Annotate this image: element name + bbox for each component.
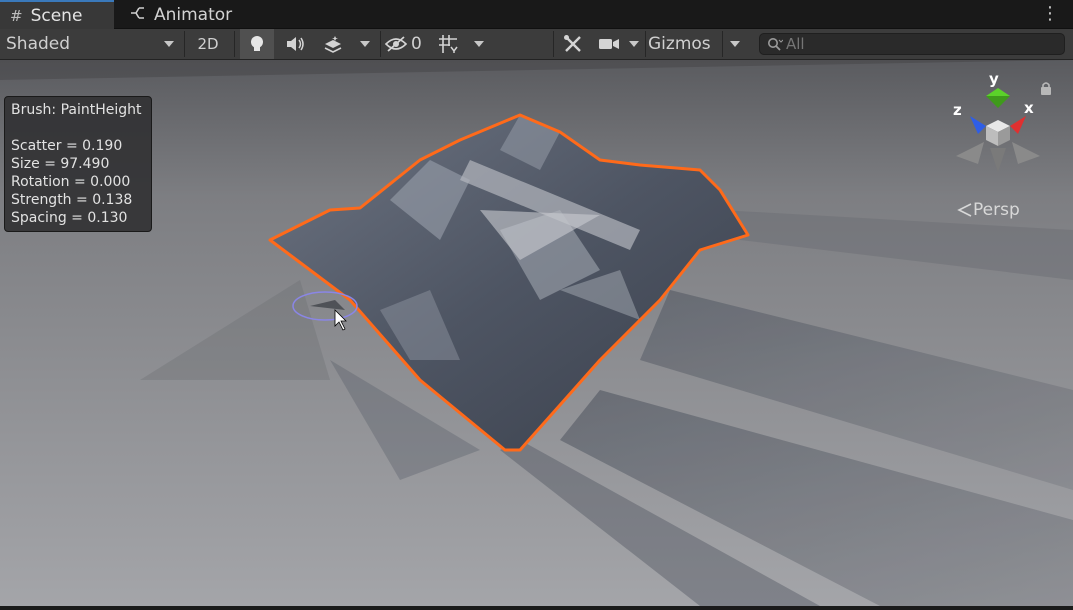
effects-dropdown[interactable]: [354, 29, 376, 59]
scene-search-field[interactable]: [759, 33, 1065, 55]
grid-snap-icon: [439, 35, 458, 53]
projection-label: Persp: [973, 200, 1020, 220]
gizmo-z-label[interactable]: z: [953, 101, 962, 119]
lighting-toggle-button[interactable]: [240, 29, 274, 59]
chevron-down-icon: [474, 41, 484, 47]
brush-spacing: Spacing = 0.130: [11, 210, 128, 226]
brush-rotation: Rotation = 0.000: [11, 174, 131, 190]
search-input[interactable]: [786, 34, 1056, 54]
brush-title: Brush: PaintHeight: [11, 102, 142, 118]
chevron-down-icon: [629, 41, 639, 47]
tab-animator-label: Animator: [154, 4, 233, 25]
window-bottom-border: [0, 606, 1073, 610]
perspective-icon: [957, 203, 972, 217]
speaker-icon: [287, 37, 304, 51]
shading-mode-dropdown[interactable]: Shaded: [0, 29, 182, 59]
tools-icon: [564, 35, 581, 52]
tab-animator[interactable]: Animator: [120, 0, 250, 29]
audio-toggle-button[interactable]: [278, 29, 312, 59]
gizmo-x-label[interactable]: x: [1024, 99, 1034, 117]
brush-info-overlay: Brush: PaintHeight Scatter = 0.190 Size …: [4, 96, 152, 232]
lock-icon[interactable]: [1040, 80, 1052, 99]
tab-scene[interactable]: # Scene: [0, 0, 114, 29]
tab-bar: # Scene Animator ⋮: [0, 0, 1073, 29]
camera-icon: [599, 39, 619, 49]
toolbar-divider: [722, 31, 723, 57]
brush-scatter: Scatter = 0.190: [11, 138, 123, 154]
toolbar-divider: [553, 31, 554, 57]
eye-slash-icon: [384, 36, 408, 52]
gizmos-toggle-button[interactable]: Gizmos: [648, 29, 720, 59]
gizmos-label: Gizmos: [648, 34, 711, 54]
projection-toggle[interactable]: Persp: [957, 200, 1020, 220]
terrain-render[interactable]: [0, 60, 1073, 606]
tab-scene-label: Scene: [30, 5, 83, 26]
grid-snapping-button[interactable]: [432, 29, 464, 59]
brush-strength: Strength = 0.138: [11, 192, 133, 208]
shading-mode-label: Shaded: [6, 34, 71, 54]
tools-button[interactable]: [558, 29, 588, 59]
toolbar-divider: [645, 31, 646, 57]
kebab-menu-icon[interactable]: ⋮: [1041, 4, 1059, 24]
gizmo-y-label[interactable]: y: [989, 70, 999, 88]
2d-toggle-button[interactable]: 2D: [190, 29, 226, 59]
camera-settings-button[interactable]: [594, 29, 624, 59]
layers-effects-icon: [324, 36, 342, 53]
chevron-down-icon: [360, 41, 370, 47]
chevron-down-icon: [730, 41, 740, 47]
scene-viewport[interactable]: [0, 60, 1073, 606]
search-icon: [768, 38, 783, 51]
toolbar-divider: [234, 31, 235, 57]
grid-snapping-dropdown[interactable]: [468, 29, 490, 59]
gizmos-dropdown[interactable]: [724, 29, 746, 59]
chevron-down-icon: [164, 41, 174, 47]
animator-icon: [130, 6, 146, 24]
2d-label: 2D: [197, 35, 219, 53]
lightbulb-icon: [251, 36, 263, 51]
effects-toggle-button[interactable]: [316, 29, 350, 59]
scene-visibility-toggle[interactable]: 0: [384, 29, 428, 59]
hidden-objects-count: 0: [411, 34, 422, 54]
toolbar-divider: [184, 31, 185, 57]
camera-settings-dropdown[interactable]: [624, 29, 644, 59]
toolbar-divider: [380, 31, 381, 57]
brush-size: Size = 97.490: [11, 156, 110, 172]
hash-icon: #: [10, 6, 23, 25]
